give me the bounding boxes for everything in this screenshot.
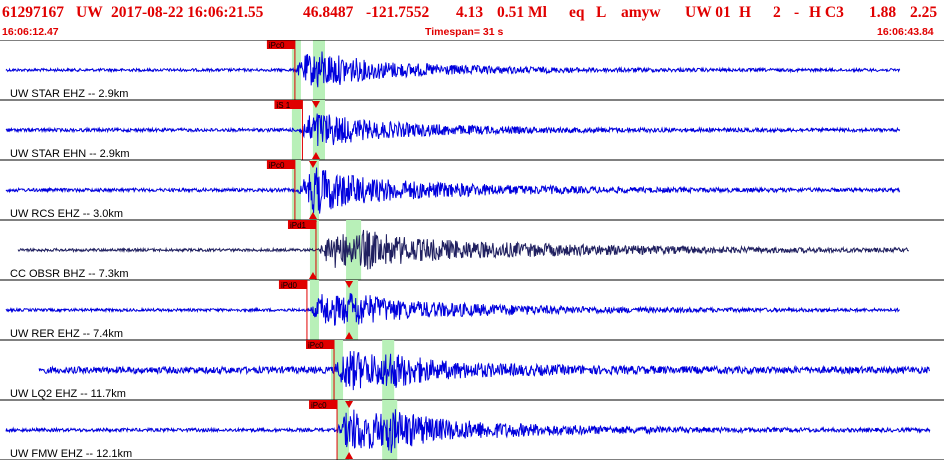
channel-label: UW RCS EHZ -- 3.0km bbox=[10, 208, 123, 220]
event-flag: L bbox=[596, 4, 607, 21]
analysis-window bbox=[337, 400, 350, 460]
event-subnet: UW 01 bbox=[685, 4, 731, 21]
channel-label: CC OBSR BHZ -- 7.3km bbox=[10, 268, 129, 280]
event-value-b: 2.25 bbox=[910, 4, 938, 21]
time-start: 16:06:12.47 bbox=[2, 26, 59, 38]
waveform-trace bbox=[5, 167, 901, 214]
seismogram-panel[interactable]: iPc0 UW STAR EHZ -- 2.9km iS 1 UW STAR EHN … bbox=[0, 40, 944, 460]
event-id: 61297167 bbox=[2, 4, 64, 21]
waveform-trace bbox=[5, 113, 901, 147]
channel-label: UW STAR EHN -- 2.9km bbox=[10, 148, 130, 160]
event-type: eq bbox=[569, 4, 585, 21]
waveform-trace bbox=[5, 293, 900, 326]
event-depth: 4.13 bbox=[456, 4, 484, 21]
event-longitude: -121.7552 bbox=[366, 4, 430, 21]
pick-label: iPc0 bbox=[308, 341, 324, 350]
waveform-trace bbox=[5, 51, 901, 88]
event-quality: H bbox=[739, 4, 752, 21]
pick-label: iPd1 bbox=[290, 221, 307, 230]
channel-label: UW RER EHZ -- 7.4km bbox=[10, 328, 123, 340]
event-network: UW bbox=[76, 4, 103, 21]
waveform-trace bbox=[38, 351, 930, 391]
timespan-label: Timespan= 31 s bbox=[425, 26, 504, 38]
pick-label: iPc0 bbox=[269, 41, 285, 50]
channel-label: UW FMW EHZ -- 12.1km bbox=[10, 448, 132, 460]
event-magnitude: 0.51 Ml bbox=[497, 4, 547, 21]
waveform-trace bbox=[17, 229, 910, 270]
event-summary-line: 61297167 UW 2017-08-22 16:06:21.55 46.84… bbox=[0, 1, 944, 23]
time-axis-row: 16:06:12.47 Timespan= 31 s 16:06:43.84 bbox=[0, 25, 944, 39]
event-dash: - bbox=[794, 4, 800, 21]
event-author: amyw bbox=[621, 4, 661, 21]
channel-label: UW STAR EHZ -- 2.9km bbox=[10, 88, 128, 100]
event-datetime: 2017-08-22 16:06:21.55 bbox=[111, 4, 264, 21]
event-latitude: 46.8487 bbox=[303, 4, 354, 21]
pick-label: iPc0 bbox=[311, 401, 327, 410]
waveform-trace bbox=[5, 409, 931, 454]
pick-label: iPd0 bbox=[281, 281, 298, 290]
event-value-a: 1.88 bbox=[869, 4, 897, 21]
event-class: H C3 bbox=[809, 4, 844, 21]
event-header: 61297167 UW 2017-08-22 16:06:21.55 46.84… bbox=[0, 0, 944, 40]
time-end: 16:06:43.84 bbox=[877, 26, 934, 38]
pick-label: iS 1 bbox=[276, 101, 290, 110]
event-count: 2 bbox=[773, 4, 781, 21]
channel-label: UW LQ2 EHZ -- 11.7km bbox=[10, 388, 126, 400]
pick-label: iPc0 bbox=[269, 161, 285, 170]
